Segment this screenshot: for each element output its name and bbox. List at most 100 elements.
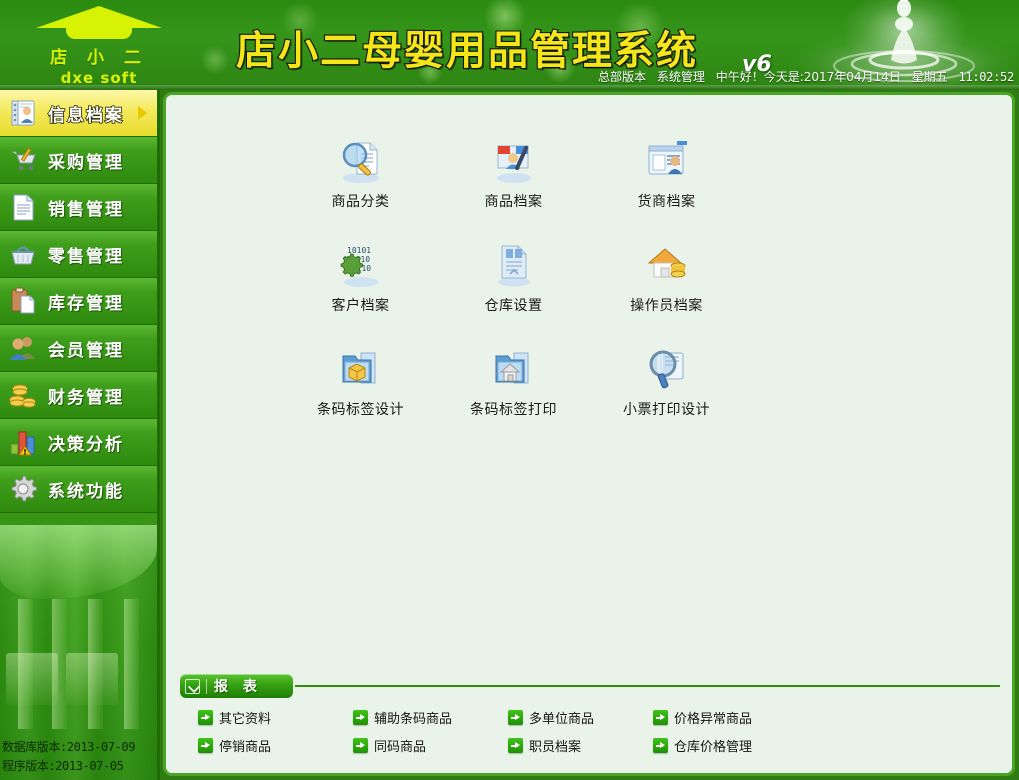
module-receipt-print-design[interactable]: 小票打印设计 [590,345,743,419]
report-link-label: 仓库价格管理 [674,736,752,755]
sidebar-nav: 信息档案 采购管理 销售管理 [0,90,160,780]
report-link-label: 辅助条码商品 [374,708,452,727]
arrow-right-icon [508,738,523,753]
version-info: 数据库版本:2013-07-09 程序版本:2013-07-05 [2,738,135,776]
status-greeting: 中午好！今天是:2017年04月14日 [716,70,901,84]
main-content-panel: 商品分类 商品档案 [163,92,1015,776]
sidebar-item-label: 决策分析 [48,430,124,455]
document-lines-icon [8,192,38,222]
graduation-cap-icon [36,6,162,40]
report-link-employee-archive[interactable]: 职员档案 [508,736,653,755]
sidebar-item-label: 采购管理 [48,148,124,173]
gear-icon [8,474,38,504]
report-link-abnormal-price-product[interactable]: 价格异常商品 [653,708,853,727]
module-barcode-label-design[interactable]: 条码标签设计 [284,345,437,419]
module-product-category[interactable]: 商品分类 [284,137,437,211]
report-link-label: 多单位商品 [529,708,594,727]
report-link-label: 其它资料 [219,708,271,727]
bar-chart-warning-icon [8,427,38,457]
app-header: 店 小 二 dxe soft 店小二母婴用品管理系统 v6 总部版本 系统管理 … [0,0,1019,90]
report-link-label: 同码商品 [374,736,426,755]
arrow-right-icon [198,738,213,753]
module-operator-archive[interactable]: 操作员档案 [590,241,743,315]
divider [295,685,1000,687]
icon-row: 条码标签设计 条码标签打印 [284,345,744,419]
shopping-cart-pencil-icon [8,145,38,175]
module-label: 小票打印设计 [590,399,743,419]
report-section: 报 表 其它资料 辅助条码商品 多单位商品 [180,674,1000,755]
icon-row: 商品分类 商品档案 [284,137,744,211]
report-link-label: 职员档案 [529,736,581,755]
sidebar-item-finance[interactable]: 财务管理 [0,372,157,419]
module-supplier-archive[interactable]: 货商档案 [590,137,743,211]
magnifier-printer-icon [643,345,691,393]
report-link-label: 停销商品 [219,736,271,755]
report-link-same-code-product[interactable]: 同码商品 [353,736,508,755]
sidebar-item-label: 销售管理 [48,195,124,220]
sidebar-item-members[interactable]: 会员管理 [0,325,157,372]
sidebar-item-label: 系统功能 [48,477,124,502]
sidebar-item-label: 财务管理 [48,383,124,408]
module-label: 条码标签设计 [284,399,437,419]
arrow-right-icon [653,710,668,725]
module-label: 商品分类 [284,191,437,211]
module-label: 客户档案 [284,295,437,315]
status-module: 系统管理 [657,70,705,84]
db-version: 数据库版本:2013-07-09 [2,738,135,757]
report-tab[interactable]: 报 表 [180,674,293,698]
header-status-bar: 总部版本 系统管理 中午好！今天是:2017年04月14日 星期五 11:02:… [598,68,1019,85]
arrow-down-right-icon [185,679,200,694]
documents-stack-icon [490,241,538,289]
program-version: 程序版本:2013-07-05 [2,757,135,776]
report-link-discontinued-product[interactable]: 停销商品 [198,736,353,755]
module-label: 商品档案 [437,191,590,211]
sidebar-item-label: 零售管理 [48,242,124,267]
app-logo: 店 小 二 dxe soft [24,2,174,88]
sidebar-item-purchase[interactable]: 采购管理 [0,137,157,184]
logo-text-en: dxe soft [24,69,174,87]
arrow-right-icon [508,710,523,725]
gold-coins-icon [8,380,38,410]
icon-row: 10101 01010 10110 客户档案 [284,241,744,315]
sidebar-item-inventory[interactable]: 库存管理 [0,278,157,325]
module-label: 货商档案 [590,191,743,211]
module-label: 仓库设置 [437,295,590,315]
house-coins-icon [643,241,691,289]
address-book-icon [8,98,38,128]
magnifier-document-icon [337,137,385,185]
arrow-right-icon [198,710,213,725]
report-link-aux-barcode-product[interactable]: 辅助条码商品 [353,708,508,727]
binary-gear-icon: 10101 01010 10110 [337,241,385,289]
arrow-right-icon [653,738,668,753]
report-link-other-data[interactable]: 其它资料 [198,708,353,727]
sidebar-item-label: 会员管理 [48,336,124,361]
report-links-grid: 其它资料 辅助条码商品 多单位商品 价格异常商品 停销商品 [180,708,1000,755]
folder-box-icon [337,345,385,393]
sidebar-item-retail[interactable]: 零售管理 [0,231,157,278]
module-label: 条码标签打印 [437,399,590,419]
module-label: 操作员档案 [590,295,743,315]
arrow-right-icon [353,710,368,725]
module-customer-archive[interactable]: 10101 01010 10110 客户档案 [284,241,437,315]
sidebar-item-label: 库存管理 [48,289,124,314]
module-warehouse-setting[interactable]: 仓库设置 [437,241,590,315]
arrow-right-icon [353,738,368,753]
report-link-multi-unit-product[interactable]: 多单位商品 [508,708,653,727]
chevron-right-icon [138,106,147,120]
sidebar-item-label: 信息档案 [48,101,124,126]
folder-house-icon [490,345,538,393]
sidebar-item-system[interactable]: 系统功能 [0,466,157,513]
module-barcode-label-print[interactable]: 条码标签打印 [437,345,590,419]
sidebar-item-information-archive[interactable]: 信息档案 [0,90,157,137]
report-tab-label: 报 表 [214,676,262,696]
module-product-archive[interactable]: 商品档案 [437,137,590,211]
report-link-label: 价格异常商品 [674,708,752,727]
logo-text-cn: 店 小 二 [24,43,174,68]
sidebar-item-sales[interactable]: 销售管理 [0,184,157,231]
status-weekday: 星期五 [912,70,948,84]
two-users-icon [8,333,38,363]
window-user-icon [643,137,691,185]
sidebar-item-analysis[interactable]: 决策分析 [0,419,157,466]
module-icon-grid: 商品分类 商品档案 [284,137,744,449]
report-link-warehouse-price-mgmt[interactable]: 仓库价格管理 [653,736,853,755]
